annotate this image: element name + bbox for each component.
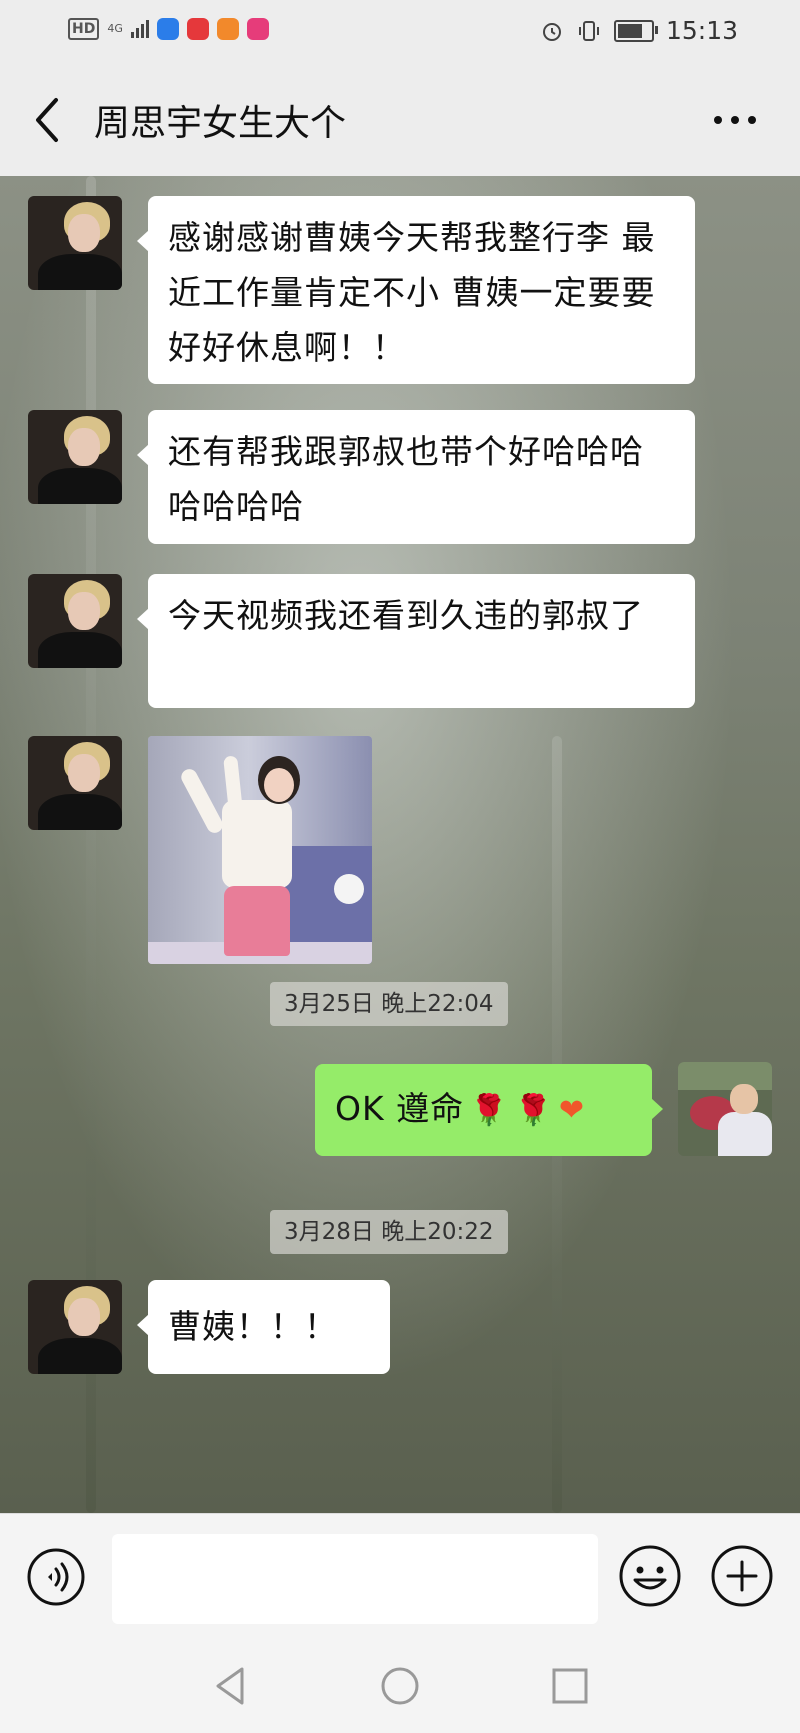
message-list[interactable]: 感谢感谢曹姨今天帮我整行李 最近工作量肯定不小 曹姨一定要要好好休息啊！！ 还有…: [0, 176, 800, 1513]
alarm-icon: [542, 22, 561, 41]
contact-avatar[interactable]: [28, 1280, 122, 1374]
chat-screen: HD 4G 15:13 周思宇女生大个 感谢感谢曹姨今天帮我整行李 最近工作量肯…: [0, 0, 800, 1733]
music-app-icon: [246, 18, 269, 40]
signal-icon: [130, 20, 149, 38]
photo-message[interactable]: [148, 736, 372, 964]
more-options-icon[interactable]: [710, 102, 760, 138]
system-home-icon[interactable]: [375, 1661, 425, 1711]
vibrate-icon: [578, 20, 599, 41]
voice-icon[interactable]: [26, 1547, 86, 1607]
message-bubble[interactable]: 曹姨！！！: [137, 1280, 390, 1374]
plus-icon[interactable]: [710, 1544, 774, 1608]
status-right: 15:13: [540, 16, 738, 45]
chat-title[interactable]: 周思宇女生大个: [94, 94, 346, 146]
input-bar: [0, 1513, 800, 1640]
chat-header: 周思宇女生大个: [0, 62, 800, 176]
network-type: 4G: [107, 22, 123, 35]
message-text: OK 遵命: [335, 1089, 465, 1128]
message-bubble[interactable]: 今天视频我还看到久违的郭叔了: [137, 574, 695, 708]
timestamp: 3月25日 晚上22:04: [270, 982, 508, 1026]
emoji-icon[interactable]: [618, 1544, 682, 1608]
contact-avatar[interactable]: [28, 736, 122, 830]
message-text: 今天视频我还看到久违的郭叔了: [168, 596, 644, 635]
status-left: HD 4G: [68, 18, 269, 40]
browser-app-icon: [156, 18, 179, 40]
back-icon[interactable]: [28, 92, 68, 148]
message-text: 感谢感谢曹姨今天帮我整行李 最近工作量肯定不小 曹姨一定要要好好休息啊！！: [168, 218, 656, 367]
my-message-bubble[interactable]: OK 遵命 🌹 🌹 ❤: [315, 1064, 663, 1156]
hd-indicator: HD: [68, 18, 100, 40]
system-navigation-bar: [0, 1639, 800, 1733]
heart-emoji: ❤: [558, 1093, 585, 1128]
reader-app-icon: [186, 18, 209, 40]
status-bar: HD 4G 15:13: [0, 0, 800, 62]
video-app-icon: [216, 18, 239, 40]
clock: 15:13: [665, 16, 738, 45]
message-text: 曹姨！！！: [168, 1307, 338, 1346]
message-bubble[interactable]: 还有帮我跟郭叔也带个好哈哈哈哈哈哈哈: [137, 410, 695, 544]
rose-emoji: 🌹: [470, 1093, 509, 1128]
my-avatar[interactable]: [678, 1062, 772, 1156]
contact-avatar[interactable]: [28, 196, 122, 290]
timestamp: 3月28日 晚上20:22: [270, 1210, 508, 1254]
system-back-icon[interactable]: [206, 1661, 256, 1711]
system-recents-icon[interactable]: [545, 1661, 595, 1711]
rose-emoji: 🌹: [514, 1093, 553, 1128]
contact-avatar[interactable]: [28, 574, 122, 668]
contact-avatar[interactable]: [28, 410, 122, 504]
battery-icon: [613, 19, 658, 42]
message-input[interactable]: [112, 1534, 598, 1624]
message-text: 还有帮我跟郭叔也带个好哈哈哈哈哈哈哈: [168, 432, 644, 526]
message-bubble[interactable]: 感谢感谢曹姨今天帮我整行李 最近工作量肯定不小 曹姨一定要要好好休息啊！！: [137, 196, 695, 384]
